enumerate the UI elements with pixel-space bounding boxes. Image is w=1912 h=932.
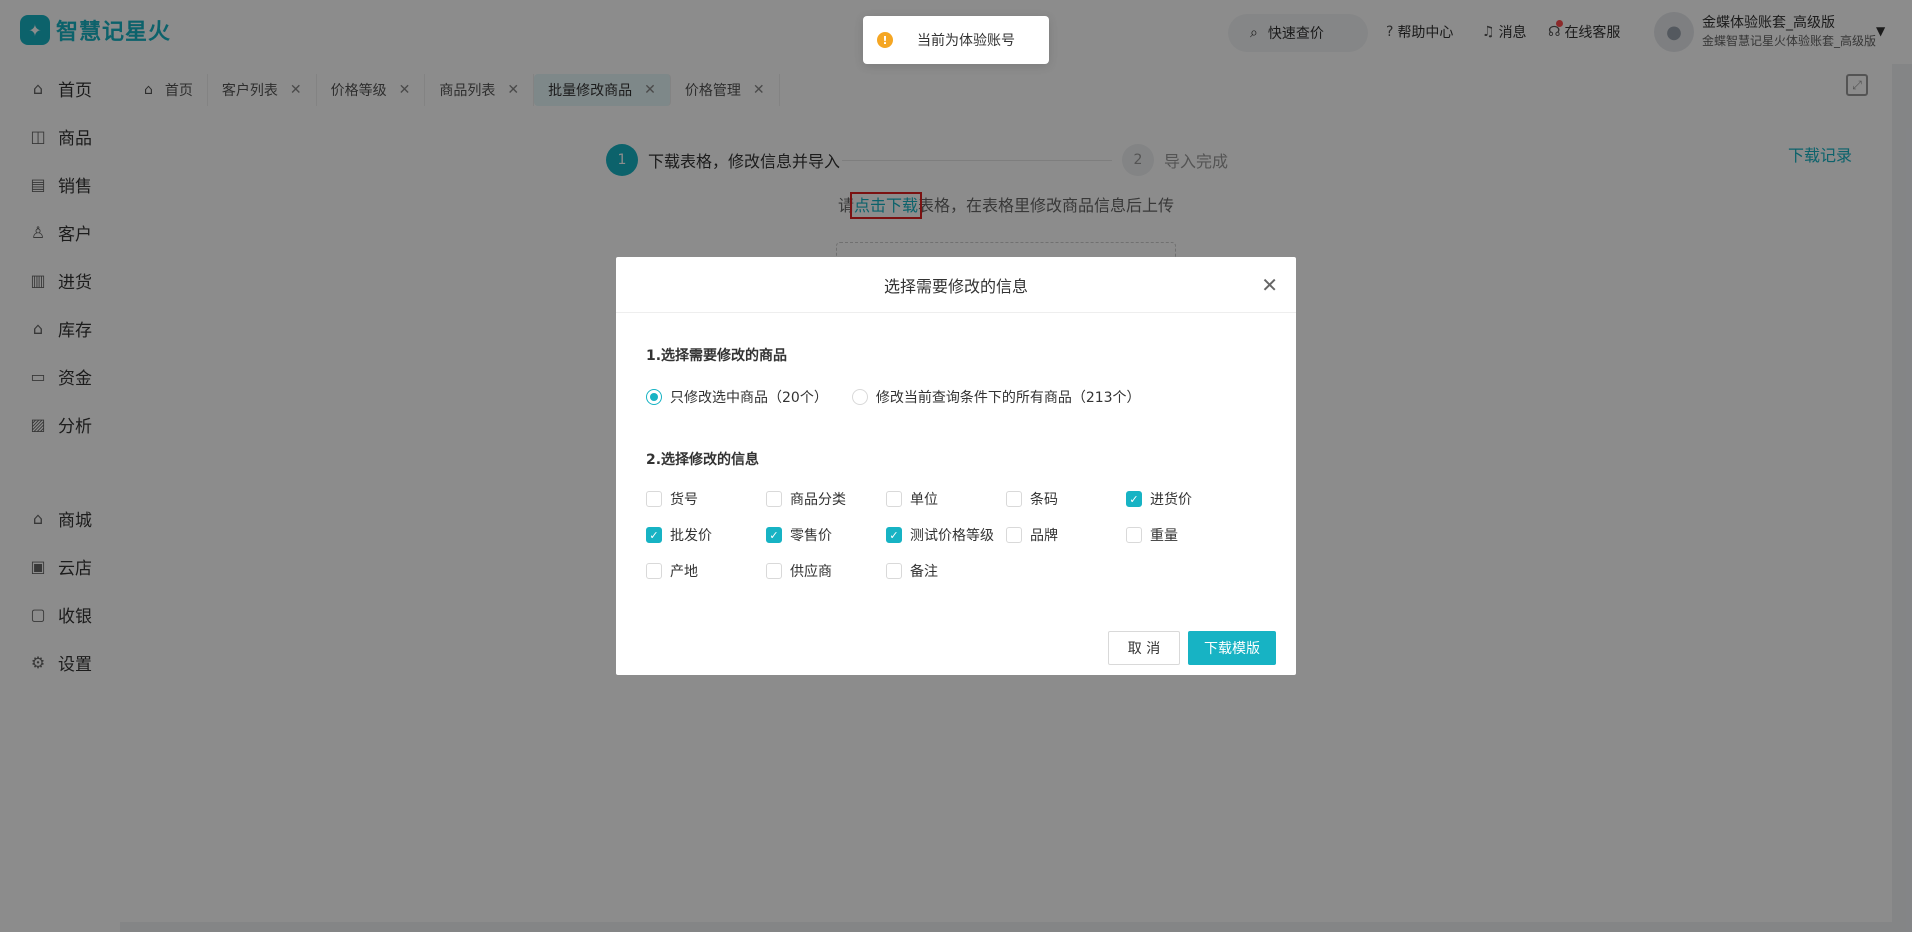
warning-icon: !: [877, 32, 893, 48]
checkbox-icon: [646, 563, 662, 579]
dialog-header: 选择需要修改的信息 ✕: [616, 257, 1296, 313]
checkbox-label: 单位: [910, 492, 938, 508]
checkbox-supplier[interactable]: 供应商: [766, 561, 832, 581]
checkbox-label: 产地: [670, 564, 698, 580]
dialog-title: 选择需要修改的信息: [883, 276, 1028, 296]
checkbox-label: 重量: [1150, 528, 1178, 544]
checkbox-label: 条码: [1030, 492, 1058, 508]
checkbox-brand[interactable]: 品牌: [1006, 525, 1058, 545]
radio-label: 只修改选中商品（20个）: [670, 390, 828, 406]
toast-text: 当前为体验账号: [917, 33, 1015, 49]
checkbox-icon: [1006, 527, 1022, 543]
checkbox-category[interactable]: 商品分类: [766, 489, 846, 509]
checkbox-label: 商品分类: [790, 492, 846, 508]
section-title-products: 1.选择需要修改的商品: [646, 348, 788, 364]
checkbox-checked-icon: ✓: [646, 527, 662, 543]
radio-label: 修改当前查询条件下的所有商品（213个）: [875, 390, 1141, 406]
checkbox-label: 备注: [910, 564, 938, 580]
checkbox-test-price-level[interactable]: ✓ 测试价格等级: [886, 525, 994, 545]
checkbox-weight[interactable]: 重量: [1126, 525, 1178, 545]
select-info-dialog: 选择需要修改的信息 ✕ 1.选择需要修改的商品 只修改选中商品（20个） 修改当…: [616, 257, 1296, 675]
checkbox-item-code[interactable]: 货号: [646, 489, 698, 509]
checkbox-icon: [646, 491, 662, 507]
checkbox-barcode[interactable]: 条码: [1006, 489, 1058, 509]
checkbox-purchase-price[interactable]: ✓ 进货价: [1126, 489, 1192, 509]
checkbox-icon: [1006, 491, 1022, 507]
checkbox-label: 测试价格等级: [910, 528, 994, 544]
checkbox-retail-price[interactable]: ✓ 零售价: [766, 525, 832, 545]
checkbox-origin[interactable]: 产地: [646, 561, 698, 581]
checkbox-label: 品牌: [1030, 528, 1058, 544]
checkbox-icon: [886, 563, 902, 579]
radio-checked-icon: [646, 389, 662, 405]
checkbox-label: 货号: [670, 492, 698, 508]
checkbox-checked-icon: ✓: [766, 527, 782, 543]
checkbox-icon: [766, 491, 782, 507]
checkbox-checked-icon: ✓: [1126, 491, 1142, 507]
checkbox-checked-icon: ✓: [886, 527, 902, 543]
cancel-button[interactable]: 取 消: [1108, 631, 1180, 665]
close-icon[interactable]: ✕: [1261, 273, 1278, 297]
checkbox-remark[interactable]: 备注: [886, 561, 938, 581]
checkbox-label: 进货价: [1150, 492, 1192, 508]
checkbox-label: 批发价: [670, 528, 712, 544]
checkbox-icon: [1126, 527, 1142, 543]
section-title-fields: 2.选择修改的信息: [646, 452, 760, 468]
radio-selected-products[interactable]: 只修改选中商品（20个）: [646, 387, 828, 407]
radio-unchecked-icon: [851, 389, 868, 405]
checkbox-icon: [886, 491, 902, 507]
radio-all-products[interactable]: 修改当前查询条件下的所有商品（213个）: [851, 387, 1141, 407]
checkbox-icon: [766, 563, 782, 579]
checkbox-label: 零售价: [790, 528, 832, 544]
product-scope-radios: 只修改选中商品（20个） 修改当前查询条件下的所有商品（213个）: [646, 387, 1141, 407]
toast-notice: ! 当前为体验账号: [863, 16, 1049, 64]
download-template-button[interactable]: 下载模版: [1188, 631, 1276, 665]
checkbox-unit[interactable]: 单位: [886, 489, 938, 509]
checkbox-wholesale-price[interactable]: ✓ 批发价: [646, 525, 712, 545]
checkbox-label: 供应商: [790, 564, 832, 580]
